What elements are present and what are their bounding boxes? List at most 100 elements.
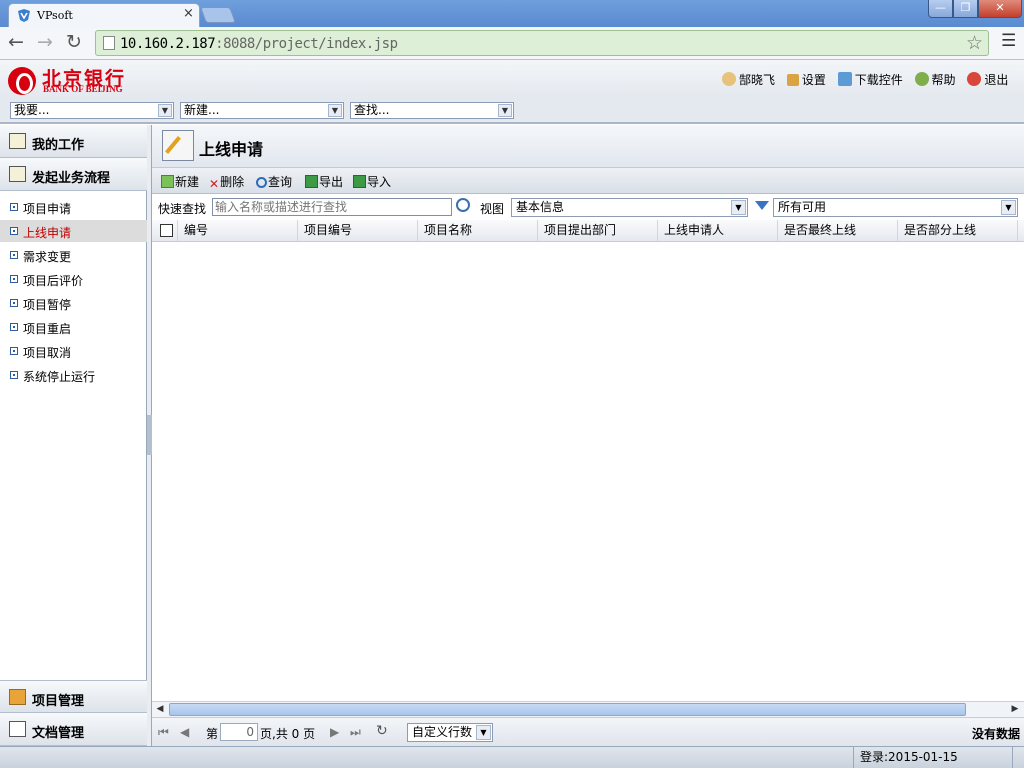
create-select[interactable]: 新建... ▼ xyxy=(180,102,344,119)
document-icon xyxy=(9,721,26,737)
pencil-icon xyxy=(786,74,799,86)
excel-export-icon xyxy=(305,175,318,188)
filter-select[interactable]: 所有可用 ▼ xyxy=(773,198,1018,217)
download-icon xyxy=(837,72,852,86)
chevron-down-icon: ▼ xyxy=(476,725,491,740)
scroll-right-icon[interactable]: ▶ xyxy=(1007,702,1023,717)
select-all-cell xyxy=(152,220,178,241)
refresh-icon[interactable]: ↻ xyxy=(376,723,388,739)
chevron-down-icon: ▼ xyxy=(498,104,512,117)
settings-link[interactable]: 设置 xyxy=(786,73,826,87)
column-header[interactable]: 项目名称 xyxy=(418,220,538,241)
sidebar-item-project-cancel[interactable]: 项目取消 xyxy=(0,340,147,362)
bank-logo-icon xyxy=(8,67,36,95)
browser-tab[interactable]: VPsoft × xyxy=(8,3,200,27)
sidebar-item-system-stop[interactable]: 系统停止运行 xyxy=(0,364,147,386)
pager: ⏮ ◀ 第 页,共 0 页 ▶ ⏭ ↻ 自定义行数▼ 没有数据 xyxy=(152,717,1024,746)
bullet-icon xyxy=(10,323,18,331)
page-number-input[interactable] xyxy=(220,723,258,741)
sidebar-item-project-pause[interactable]: 项目暂停 xyxy=(0,292,147,314)
login-time: 登录:2015-01-15 15:00:35 xyxy=(853,747,1013,768)
download-link[interactable]: 下载控件 xyxy=(837,72,903,87)
flow-icon xyxy=(9,166,26,182)
filter-icon[interactable] xyxy=(755,201,769,210)
browser-toolbar: ← → ↻ 10.160.2.187:8088/project/index.js… xyxy=(0,27,1024,60)
sidebar-item-post-evaluation[interactable]: 项目后评价 xyxy=(0,268,147,290)
scroll-left-icon[interactable]: ◀ xyxy=(152,702,168,717)
sidebar-item-launch-apply[interactable]: 上线申请 xyxy=(0,220,147,242)
bullet-icon xyxy=(10,299,18,307)
horizontal-scrollbar[interactable]: ◀ ▶ xyxy=(152,701,1024,717)
column-header[interactable]: 项目提出部门 xyxy=(538,220,658,241)
view-label: 视图 xyxy=(480,202,505,216)
sidebar-doc-mgmt[interactable]: 文档管理 xyxy=(0,713,147,746)
want-select[interactable]: 我要... ▼ xyxy=(10,102,174,119)
forward-arrow-icon[interactable]: → xyxy=(37,31,53,53)
column-header[interactable]: 是否最终上线 xyxy=(778,220,898,241)
user-icon xyxy=(722,72,736,86)
page-suffix: 页,共 0 页 xyxy=(260,727,316,741)
tab-close-icon[interactable]: × xyxy=(183,6,194,21)
find-select[interactable]: 查找... ▼ xyxy=(350,102,514,119)
action-toolbar: 新建 ✕删除 查询 导出 导入 xyxy=(152,167,1024,194)
last-page-icon[interactable]: ⏭ xyxy=(350,725,361,740)
query-button[interactable]: 查询 xyxy=(256,173,292,190)
vpsoft-favicon-icon xyxy=(18,9,30,22)
bullet-icon xyxy=(10,203,18,211)
column-header[interactable]: 编号 xyxy=(178,220,298,241)
back-arrow-icon[interactable]: ← xyxy=(8,31,24,53)
chevron-down-icon: ▼ xyxy=(1001,200,1016,215)
add-icon xyxy=(161,175,174,188)
browser-menu-icon[interactable]: ☰ xyxy=(1001,31,1016,51)
sidebar-start-flow[interactable]: 发起业务流程 xyxy=(0,158,147,191)
window-close-button[interactable]: ✕ xyxy=(978,0,1022,18)
new-tab-button[interactable] xyxy=(200,7,236,23)
rows-per-page-select[interactable]: 自定义行数 ▼ xyxy=(407,723,493,742)
logout-link[interactable]: 退出 xyxy=(967,72,1008,87)
bookmark-star-icon[interactable]: ☆ xyxy=(966,32,983,54)
import-button[interactable]: 导入 xyxy=(353,173,391,190)
column-header[interactable]: 是否部分上线 xyxy=(898,220,1018,241)
column-header[interactable]: 上线申请人 xyxy=(658,220,778,241)
new-button[interactable]: 新建 xyxy=(161,173,199,190)
window-maximize-button[interactable]: ❐ xyxy=(953,0,978,18)
page-icon xyxy=(103,36,115,50)
column-header[interactable]: 项目编号 xyxy=(298,220,418,241)
main-panel: 上线申请 新建 ✕删除 查询 导出 导入 快速查找 视图 基本信息▼ 所有可用▼… xyxy=(152,125,1024,746)
sidebar-my-work[interactable]: 我的工作 xyxy=(0,125,147,158)
first-page-icon[interactable]: ⏮ xyxy=(158,725,169,740)
user-links: 郜晓飞 设置 下载控件 帮助 退出 xyxy=(722,71,1016,88)
url-text[interactable]: 10.160.2.187:8088/project/index.jsp xyxy=(120,36,398,52)
chevron-down-icon: ▼ xyxy=(158,104,172,117)
help-link[interactable]: 帮助 xyxy=(914,72,956,87)
scrollbar-thumb[interactable] xyxy=(169,703,966,716)
bullet-icon xyxy=(10,347,18,355)
search-icon[interactable] xyxy=(456,198,470,212)
select-all-checkbox[interactable] xyxy=(160,224,173,237)
sidebar-item-project-restart[interactable]: 项目重启 xyxy=(0,316,147,338)
user-name[interactable]: 郜晓飞 xyxy=(722,72,775,87)
next-page-icon[interactable]: ▶ xyxy=(330,725,339,739)
app-header: 北京银行 BANK OF BEIJING 郜晓飞 设置 下载控件 帮助 退出 xyxy=(0,60,1024,98)
bullet-icon xyxy=(10,275,18,283)
chevron-down-icon: ▼ xyxy=(731,200,746,215)
address-bar[interactable]: 10.160.2.187:8088/project/index.jsp ☆ xyxy=(95,30,989,56)
filter-bar: 快速查找 视图 基本信息▼ 所有可用▼ xyxy=(152,195,1024,219)
chevron-down-icon: ▼ xyxy=(328,104,342,117)
window-minimize-button[interactable]: — xyxy=(928,0,953,18)
sidebar-item-project-apply[interactable]: 项目申请 xyxy=(0,196,147,218)
magnifier-icon xyxy=(256,177,267,188)
delete-icon: ✕ xyxy=(209,177,220,191)
delete-button[interactable]: ✕删除 xyxy=(209,173,244,191)
reload-icon[interactable]: ↻ xyxy=(66,31,82,53)
quick-search-input[interactable] xyxy=(212,198,452,216)
help-icon xyxy=(914,72,929,86)
view-select[interactable]: 基本信息 ▼ xyxy=(511,198,748,217)
prev-page-icon[interactable]: ◀ xyxy=(180,725,189,739)
export-button[interactable]: 导出 xyxy=(305,173,343,190)
logo-english: BANK OF BEIJING xyxy=(43,84,123,94)
bullet-icon xyxy=(10,251,18,259)
bullet-icon xyxy=(10,371,18,379)
sidebar-item-requirement-change[interactable]: 需求变更 xyxy=(0,244,147,266)
sidebar-project-mgmt[interactable]: 项目管理 xyxy=(0,680,147,713)
